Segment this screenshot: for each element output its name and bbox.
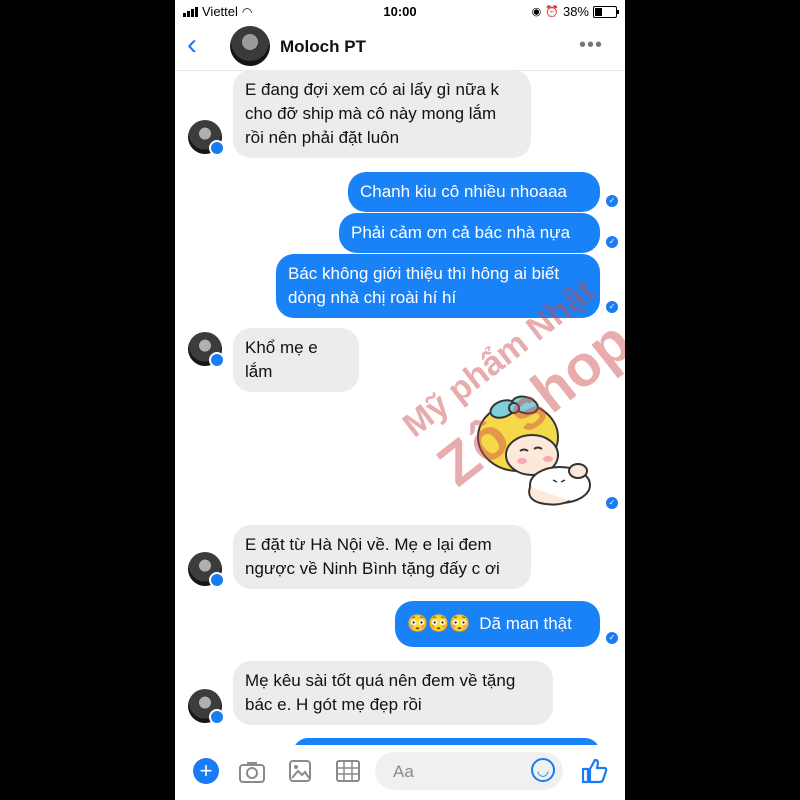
messenger-badge-icon [209, 709, 225, 725]
status-bar: Viettel ◠ 10:00 ◉ ⏰ 38% [175, 0, 625, 24]
battery-percent: 38% [562, 4, 589, 19]
sender-avatar[interactable] [188, 332, 225, 368]
message-bubble-incoming[interactable]: E đang đợi xem có ai lấy gì nữa k cho đỡ… [233, 70, 531, 158]
read-check-icon: ✓ [606, 195, 618, 207]
read-check-icon: ✓ [606, 301, 618, 313]
read-check-icon: ✓ [606, 236, 618, 248]
gif-sticker-grid-icon[interactable] [336, 760, 360, 782]
alarm-icon: ⏰ [545, 6, 559, 18]
message-line: cho đỡ ship mà cô này mong lắm [245, 104, 497, 123]
message-line: E đang đợi xem có ai lấy gì nữa k [245, 80, 500, 99]
message-line: dòng nhà chị roài hí hí [288, 288, 457, 307]
sender-avatar[interactable] [188, 552, 225, 588]
sender-avatar[interactable] [188, 120, 225, 156]
message-input[interactable]: Aa ◡ [375, 752, 563, 790]
message-line: Chanh kiu cô nhiều nhoaaa [360, 182, 567, 201]
messenger-badge-icon [209, 352, 225, 368]
flushed-face-emojis: 😳😳😳 [407, 614, 471, 633]
message-bubble-incoming[interactable]: E đặt từ Hà Nội về. Mẹ e lại đem ngược v… [233, 525, 531, 589]
message-line: Dã man thật [479, 614, 572, 633]
camera-icon[interactable] [239, 761, 265, 783]
messenger-badge-icon [209, 140, 225, 156]
read-check-icon: ✓ [606, 632, 618, 644]
message-line: Bác không giới thiệu thì hông ai biết [288, 264, 560, 283]
message-line: rồi nên phải đặt luôn [245, 128, 400, 147]
orientation-lock-icon: ◉ [531, 6, 542, 18]
plus-icon[interactable]: + [193, 758, 219, 784]
message-line: Mẹ kêu sài tốt quá nên đem về tặng [245, 671, 516, 690]
message-bubble-outgoing[interactable]: Bác không giới thiệu thì hông ai biết dò… [276, 254, 600, 318]
messenger-badge-icon [209, 572, 225, 588]
message-bubble-incoming[interactable]: Mẹ kêu sài tốt quá nên đem về tặng bác e… [233, 661, 553, 725]
message-input-placeholder: Aa [393, 762, 414, 781]
contact-avatar[interactable] [230, 26, 270, 66]
message-bubble-incoming[interactable]: Khổ mẹ e lắm [233, 328, 359, 392]
contact-name[interactable]: Moloch PT [280, 37, 366, 57]
message-line: bác e. H gót mẹ đẹp rồi [245, 695, 422, 714]
message-line: Phải cảm ơn cả bác nhà nựa [351, 223, 571, 242]
message-line: E đặt từ Hà Nội về. Mẹ e lại đem [245, 535, 492, 554]
chat-header: ‹ Moloch PT ••• [175, 24, 625, 71]
girl-hugging-pillow-sticker[interactable] [470, 395, 600, 510]
message-line: ngược về Ninh Bình tặng đấy c ơi [245, 559, 500, 578]
message-line: Khổ mẹ e lắm [245, 338, 318, 381]
more-dots-icon[interactable]: ••• [579, 34, 603, 57]
status-right: ◉ ⏰ 38% [531, 4, 619, 19]
message-bubble-outgoing[interactable]: Phải cảm ơn cả bác nhà nựa [339, 213, 600, 253]
emoji-icon[interactable]: ◡ [531, 758, 555, 782]
message-bubble-outgoing[interactable]: Chanh kiu cô nhiều nhoaaa [348, 172, 600, 212]
phone-screen: Viettel ◠ 10:00 ◉ ⏰ 38% ‹ Moloch PT ••• … [175, 0, 625, 800]
battery-icon [593, 5, 619, 18]
read-check-icon: ✓ [606, 497, 618, 509]
photo-icon[interactable] [289, 760, 311, 782]
message-bubble-outgoing[interactable]: 😳😳😳 Dã man thật [395, 601, 600, 647]
sender-avatar[interactable] [188, 689, 225, 725]
chevron-left-icon[interactable]: ‹ [187, 30, 197, 60]
thumbs-up-icon[interactable] [580, 757, 608, 785]
message-composer: + Aa ◡ [175, 745, 625, 800]
